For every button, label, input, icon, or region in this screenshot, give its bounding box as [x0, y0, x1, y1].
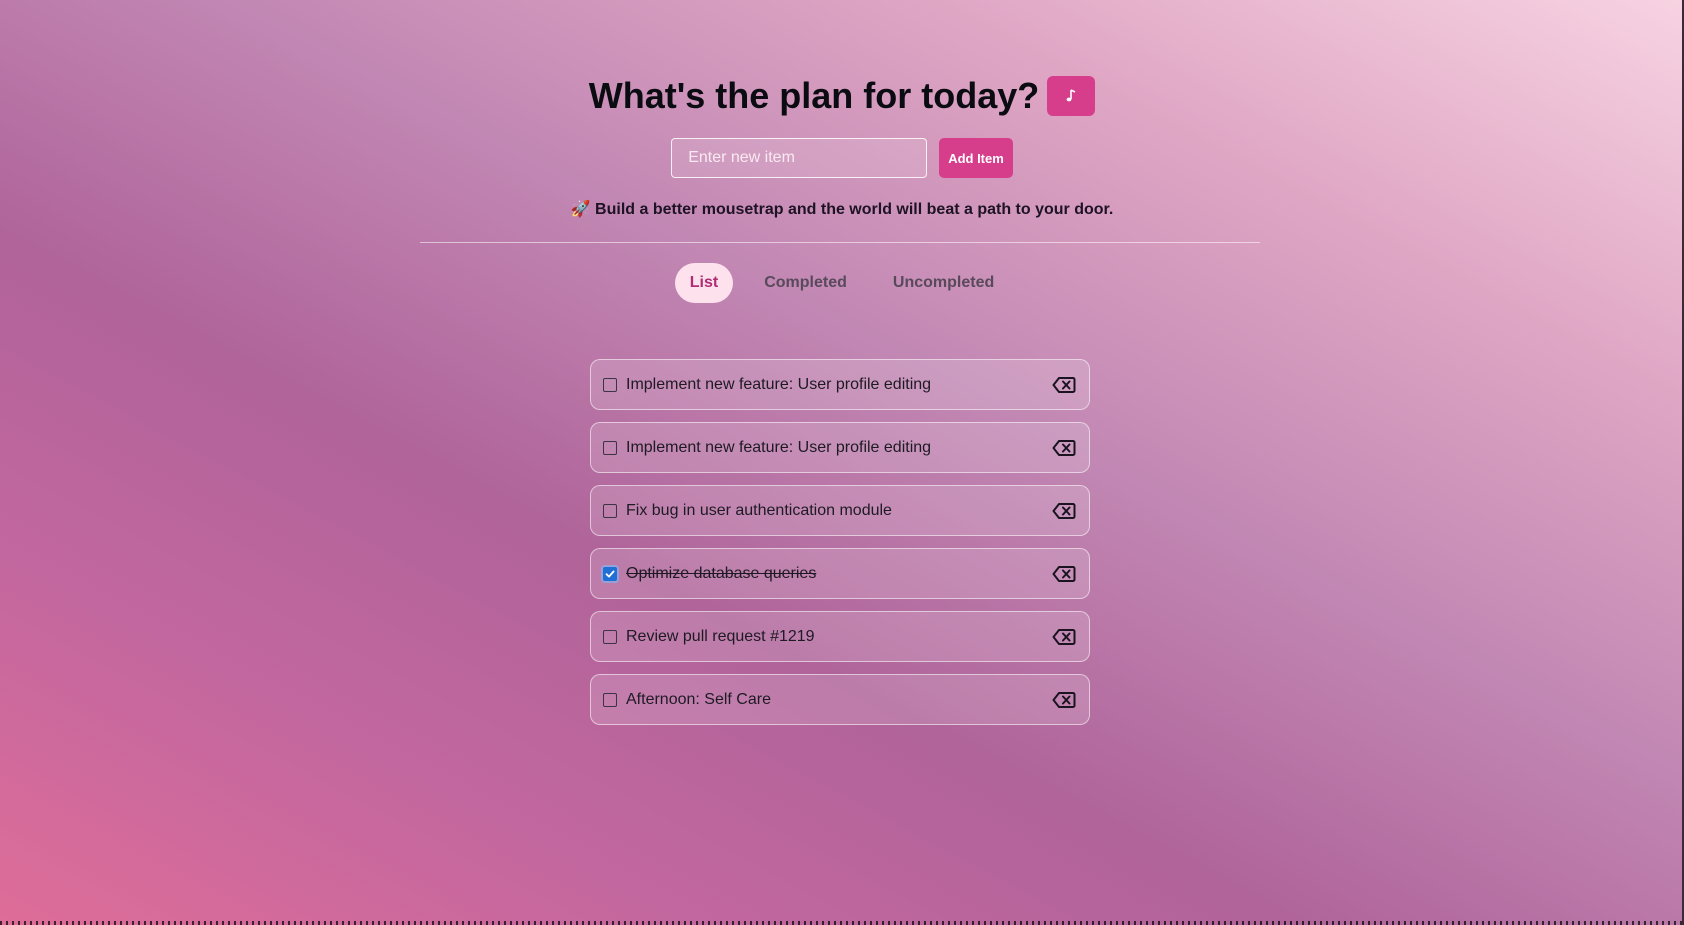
music-toggle-button[interactable]	[1047, 76, 1096, 116]
rocket-icon: 🚀	[570, 201, 591, 218]
delete-item-icon[interactable]	[1051, 564, 1077, 584]
divider	[420, 242, 1260, 243]
todo-list: Implement new feature: User profile edit…	[590, 359, 1090, 737]
tab-uncompleted[interactable]: Uncompleted	[878, 263, 1009, 303]
delete-item-icon[interactable]	[1051, 438, 1077, 458]
delete-item-icon[interactable]	[1051, 627, 1077, 647]
item-label: Review pull request #1219	[626, 627, 815, 645]
item-label: Fix bug in user authentication module	[626, 501, 892, 519]
todo-app: What's the plan for today? Add Item 🚀 Bu…	[0, 0, 1684, 925]
tab-list[interactable]: List	[674, 263, 734, 303]
list-item: Optimize database queries	[590, 548, 1090, 599]
quote: 🚀 Build a better mousetrap and the world…	[0, 199, 1684, 219]
list-item: Implement new feature: User profile edit…	[590, 422, 1090, 473]
list-item: Fix bug in user authentication module	[590, 485, 1090, 536]
delete-item-icon[interactable]	[1051, 690, 1077, 710]
page-title: What's the plan for today?	[588, 75, 1040, 116]
item-checkbox[interactable]	[603, 440, 617, 455]
list-item: Afternoon: Self Care	[590, 674, 1090, 725]
header: What's the plan for today?	[0, 76, 1684, 116]
item-label: Optimize database queries	[626, 564, 817, 582]
checkmark-icon	[605, 570, 615, 577]
delete-item-icon[interactable]	[1051, 375, 1077, 395]
filter-tabs: List Completed Uncompleted	[0, 263, 1684, 303]
new-item-form: Add Item	[0, 138, 1684, 178]
item-checkbox[interactable]	[603, 692, 617, 707]
item-label: Afternoon: Self Care	[626, 690, 771, 708]
bottom-edge-pattern	[0, 921, 1684, 925]
list-item: Implement new feature: User profile edit…	[590, 359, 1090, 410]
new-item-input[interactable]	[671, 138, 928, 178]
item-checkbox[interactable]	[603, 629, 617, 644]
tab-completed[interactable]: Completed	[749, 263, 862, 303]
add-item-button[interactable]: Add Item	[939, 138, 1013, 178]
item-checkbox[interactable]	[603, 377, 617, 392]
item-label: Implement new feature: User profile edit…	[626, 438, 932, 456]
music-note-icon	[1066, 89, 1076, 102]
quote-text: Build a better mousetrap and the world w…	[595, 201, 1114, 218]
delete-item-icon[interactable]	[1051, 501, 1077, 521]
item-checkbox-checked[interactable]	[603, 566, 617, 581]
list-item: Review pull request #1219	[590, 611, 1090, 662]
item-label: Implement new feature: User profile edit…	[626, 375, 932, 393]
item-checkbox[interactable]	[603, 503, 617, 518]
